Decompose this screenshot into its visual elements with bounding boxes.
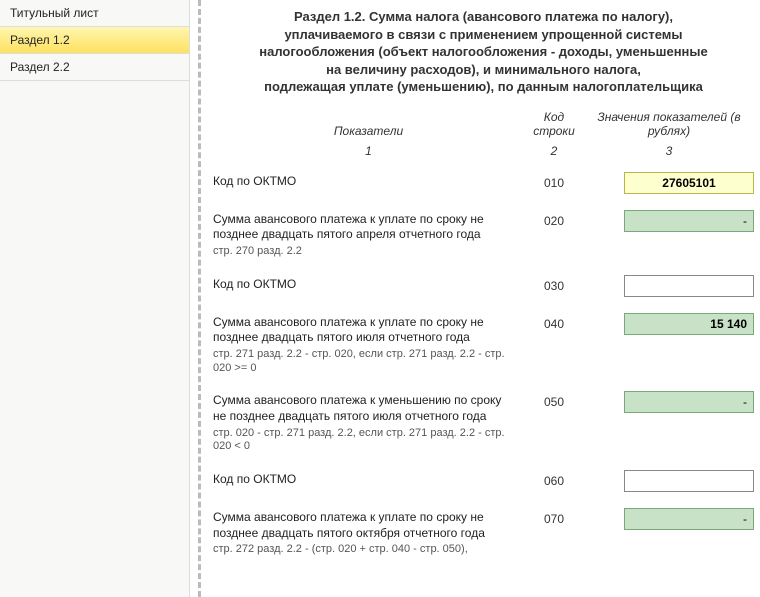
sidebar-item-section-1-2[interactable]: Раздел 1.2 (0, 27, 189, 54)
table-row: Сумма авансового платежа к уплате по сро… (213, 508, 754, 557)
row-sublabel: стр. 272 разд. 2.2 - (стр. 020 + стр. 04… (213, 543, 514, 557)
sidebar-item-label: Титульный лист (10, 6, 99, 20)
table-row: Сумма авансового платежа к уменьшению по… (213, 391, 754, 454)
title-line: Раздел 1.2. Сумма налога (авансового пла… (213, 8, 754, 26)
row-value-cell (584, 470, 754, 492)
row-label-cell: Код по ОКТМО (213, 275, 524, 293)
row-code: 060 (524, 470, 584, 488)
col-num-2: 2 (524, 144, 584, 158)
title-line: на величину расходов), и минимального на… (213, 61, 754, 79)
header-indicator: Показатели (213, 124, 524, 138)
content: Раздел 1.2. Сумма налога (авансового пла… (198, 0, 760, 597)
row-code: 020 (524, 210, 584, 228)
row-sublabel: стр. 020 - стр. 271 разд. 2.2, если стр.… (213, 427, 514, 455)
row-value-cell (584, 275, 754, 297)
amount-070-input[interactable] (624, 508, 754, 530)
oktmo-060-input[interactable] (624, 470, 754, 492)
row-value-cell (584, 210, 754, 232)
row-label-cell: Сумма авансового платежа к уменьшению по… (213, 391, 524, 454)
row-label: Код по ОКТМО (213, 472, 514, 488)
sidebar-item-label: Раздел 2.2 (10, 60, 70, 74)
row-value-cell (584, 313, 754, 335)
row-label: Код по ОКТМО (213, 174, 514, 190)
row-label: Сумма авансового платежа к уплате по сро… (213, 315, 514, 346)
row-label-cell: Код по ОКТМО (213, 470, 524, 488)
sidebar-item-label: Раздел 1.2 (10, 33, 70, 47)
row-label: Сумма авансового платежа к уплате по сро… (213, 212, 514, 243)
amount-040-input[interactable] (624, 313, 754, 335)
sidebar-item-section-2-2[interactable]: Раздел 2.2 (0, 54, 189, 81)
table-row: Код по ОКТМО 010 (213, 172, 754, 194)
oktmo-010-input[interactable] (624, 172, 754, 194)
row-label-cell: Код по ОКТМО (213, 172, 524, 190)
oktmo-030-input[interactable] (624, 275, 754, 297)
table-row: Сумма авансового платежа к уплате по сро… (213, 313, 754, 376)
col-num-3: 3 (584, 144, 754, 158)
row-sublabel: стр. 271 разд. 2.2 - стр. 020, если стр.… (213, 348, 514, 376)
row-value-cell (584, 172, 754, 194)
column-numbers: 1 2 3 (213, 144, 754, 158)
row-label-cell: Сумма авансового платежа к уплате по сро… (213, 210, 524, 259)
row-label-cell: Сумма авансового платежа к уплате по сро… (213, 313, 524, 376)
row-code: 050 (524, 391, 584, 409)
row-code: 070 (524, 508, 584, 526)
row-code: 030 (524, 275, 584, 293)
row-label: Сумма авансового платежа к уплате по сро… (213, 510, 514, 541)
title-line: уплачиваемого в связи с применением упро… (213, 26, 754, 44)
column-headers: Показатели Код строки Значения показател… (213, 110, 754, 138)
table-row: Код по ОКТМО 060 (213, 470, 754, 492)
section-title: Раздел 1.2. Сумма налога (авансового пла… (213, 8, 754, 96)
table-row: Сумма авансового платежа к уплате по сро… (213, 210, 754, 259)
row-value-cell (584, 508, 754, 530)
amount-020-input[interactable] (624, 210, 754, 232)
row-code: 010 (524, 172, 584, 190)
table-row: Код по ОКТМО 030 (213, 275, 754, 297)
title-line: налогообложения (объект налогообложения … (213, 43, 754, 61)
title-line: подлежащая уплате (уменьшению), по данны… (213, 78, 754, 96)
row-sublabel: стр. 270 разд. 2.2 (213, 245, 514, 259)
row-code: 040 (524, 313, 584, 331)
col-num-1: 1 (213, 144, 524, 158)
sidebar-item-title-page[interactable]: Титульный лист (0, 0, 189, 27)
header-code: Код строки (524, 110, 584, 138)
row-label-cell: Сумма авансового платежа к уплате по сро… (213, 508, 524, 557)
row-label: Код по ОКТМО (213, 277, 514, 293)
header-value: Значения показателей (в рублях) (584, 110, 754, 138)
amount-050-input[interactable] (624, 391, 754, 413)
sidebar: Титульный лист Раздел 1.2 Раздел 2.2 (0, 0, 190, 597)
row-label: Сумма авансового платежа к уменьшению по… (213, 393, 514, 424)
row-value-cell (584, 391, 754, 413)
